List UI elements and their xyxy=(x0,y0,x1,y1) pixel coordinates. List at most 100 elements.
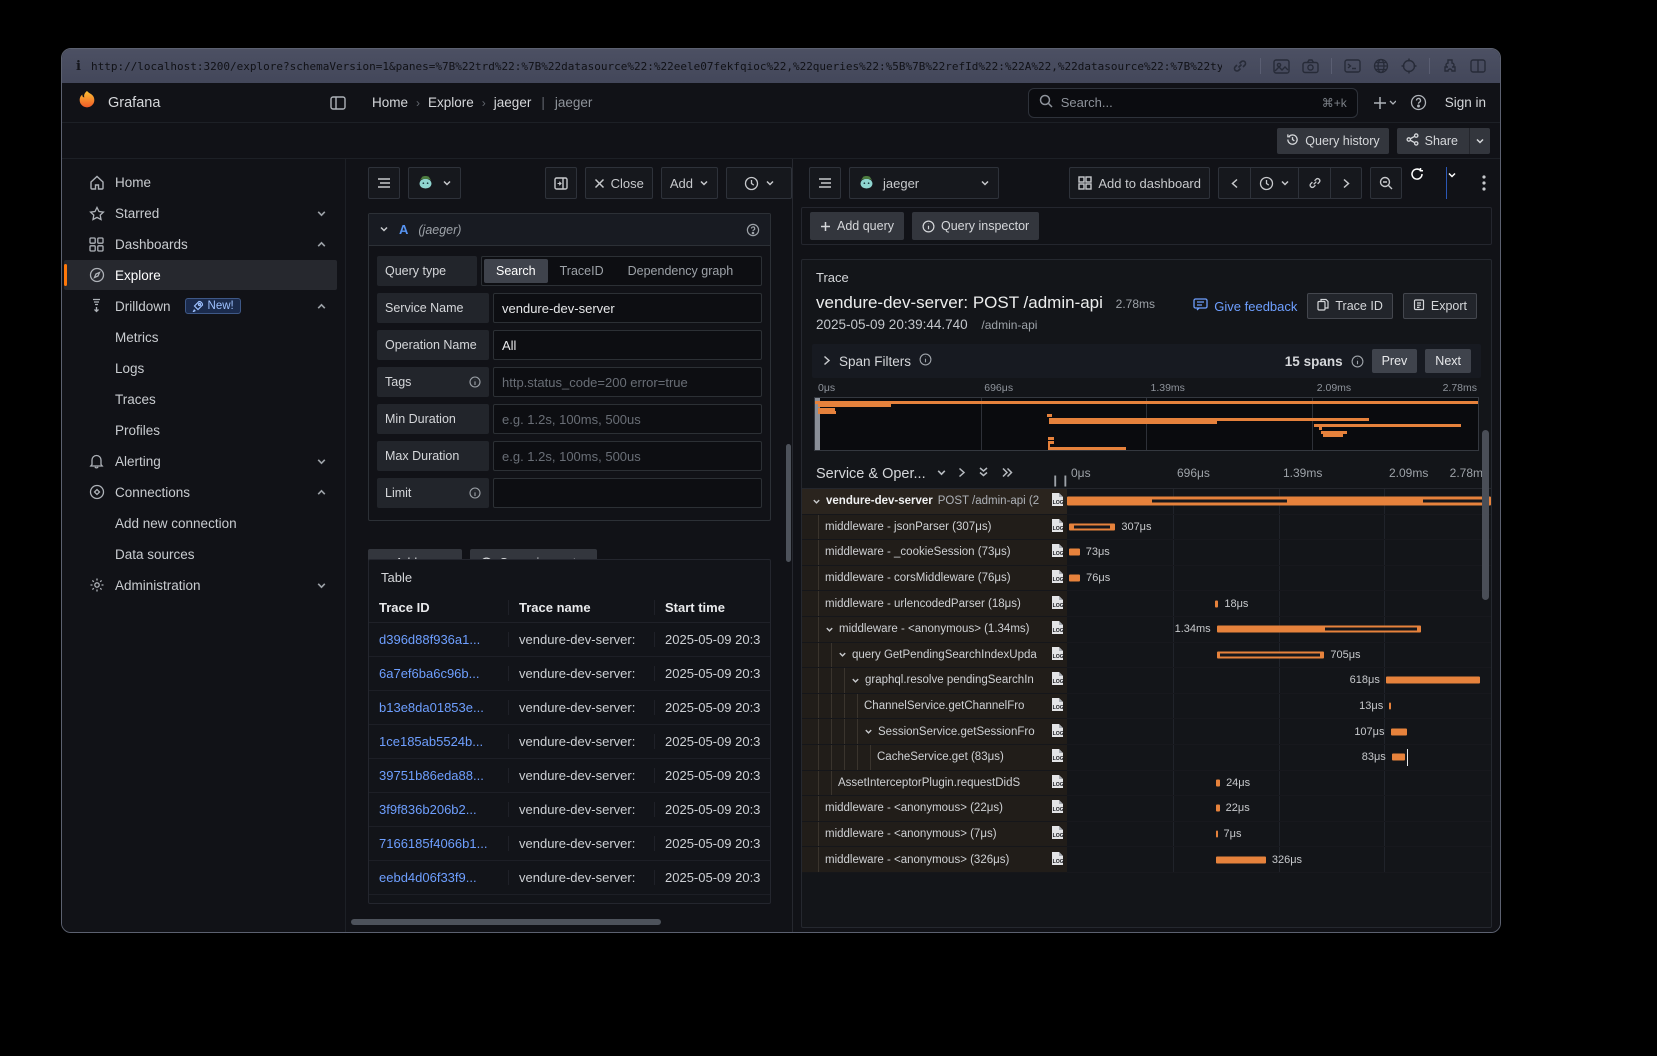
span-duration-bar[interactable] xyxy=(1215,600,1218,607)
span-timeline-cell[interactable]: 1.34ms xyxy=(1067,617,1491,643)
span-duration-bar[interactable] xyxy=(1389,703,1391,710)
query-ref-id[interactable]: A xyxy=(399,222,408,237)
chevron-down-icon[interactable] xyxy=(851,676,860,685)
kebab-menu-icon[interactable] xyxy=(1482,175,1486,191)
span-timeline-cell[interactable]: 76μs xyxy=(1067,566,1491,592)
terminal-icon[interactable] xyxy=(1344,59,1361,73)
span-duration-bar[interactable] xyxy=(1217,626,1421,633)
span-name-cell[interactable]: ChannelService.getChannelFroLOG xyxy=(802,694,1067,720)
logs-icon[interactable]: LOG xyxy=(1051,646,1064,664)
logs-icon[interactable]: LOG xyxy=(1051,620,1064,638)
column-header-trace-name[interactable]: Trace name xyxy=(509,600,655,615)
span-timeline-cell[interactable]: 73μs xyxy=(1067,540,1491,566)
sidebar-item-dashboards[interactable]: Dashboards xyxy=(64,229,337,259)
span-name-cell[interactable]: CacheService.get (83μs)LOG xyxy=(802,745,1067,771)
sidebar-item-data-sources[interactable]: Data sources xyxy=(64,539,337,569)
trace-id-link[interactable]: 3f9f836b206b2... xyxy=(369,802,509,817)
sidebar-item-drilldown[interactable]: DrilldownNew! xyxy=(64,291,337,321)
close-pane-button[interactable]: Close xyxy=(585,167,653,199)
chevron-down-icon[interactable] xyxy=(812,497,821,506)
expand-all-icon[interactable] xyxy=(978,466,989,482)
query-info-icon[interactable] xyxy=(746,223,760,237)
puzzle-icon[interactable] xyxy=(1442,58,1458,74)
column-header-trace-id[interactable]: Trace ID xyxy=(369,600,509,615)
add-query-button[interactable]: Add query xyxy=(810,212,904,240)
span-duration-bar[interactable] xyxy=(1069,549,1080,556)
breadcrumb-home[interactable]: Home xyxy=(372,95,408,110)
span-name-cell[interactable]: graphql.resolve pendingSearchInLOG xyxy=(802,668,1067,694)
logs-icon[interactable]: LOG xyxy=(1051,697,1064,715)
trace-minimap[interactable]: 0μs696μs1.39ms2.09ms2.78ms xyxy=(814,382,1479,451)
horizontal-scrollbar[interactable] xyxy=(351,919,661,925)
next-span-button[interactable]: Next xyxy=(1425,349,1471,373)
logs-icon[interactable]: LOG xyxy=(1051,774,1064,792)
span-timeline-cell[interactable]: 13μs xyxy=(1067,694,1491,720)
trace-id-link[interactable]: 6a7ef6ba6c96b... xyxy=(369,666,509,681)
span-name-cell[interactable]: query GetPendingSearchIndexUpdaLOG xyxy=(802,643,1067,669)
span-timeline-cell[interactable]: 7μs xyxy=(1067,822,1491,848)
sidebar-item-traces[interactable]: Traces xyxy=(64,384,337,414)
query-inspector-button[interactable]: Query inspector xyxy=(912,212,1039,240)
min-duration-field[interactable] xyxy=(493,404,762,434)
query-list-icon[interactable] xyxy=(368,167,400,199)
max-duration-field[interactable] xyxy=(493,441,762,471)
copy-time-link-icon[interactable] xyxy=(1298,167,1330,199)
left-pane-scrollbar[interactable] xyxy=(786,444,791,562)
time-picker-button[interactable] xyxy=(1250,167,1298,199)
page-info-icon[interactable]: i xyxy=(76,59,81,74)
span-duration-bar[interactable] xyxy=(1216,856,1266,863)
logs-icon[interactable]: LOG xyxy=(1051,851,1064,869)
service-operation-column-header[interactable]: Service & Oper... xyxy=(816,466,926,482)
column-header-start-time[interactable]: Start time xyxy=(655,600,770,615)
service-name-field[interactable] xyxy=(493,293,762,323)
logs-icon[interactable]: LOG xyxy=(1051,518,1064,536)
sidebar-item-logs[interactable]: Logs xyxy=(64,353,337,383)
span-timeline-cell[interactable]: 705μs xyxy=(1067,643,1491,669)
breadcrumb-explore[interactable]: Explore xyxy=(428,95,474,110)
span-duration-bar[interactable] xyxy=(1216,805,1219,812)
expand-one-level-icon[interactable] xyxy=(957,466,966,482)
trace-id-button[interactable]: Trace ID xyxy=(1307,293,1392,319)
datasource-picker-right[interactable]: jaeger xyxy=(849,167,999,199)
sidebar-item-starred[interactable]: Starred xyxy=(64,198,337,228)
sidebar-item-profiles[interactable]: Profiles xyxy=(64,415,337,445)
time-back-button[interactable] xyxy=(1218,167,1250,199)
logs-icon[interactable]: LOG xyxy=(1051,595,1064,613)
search-input[interactable]: Search... ⌘+k xyxy=(1028,88,1358,118)
query-type-tab-dependency-graph[interactable]: Dependency graph xyxy=(616,259,746,283)
logs-icon[interactable]: LOG xyxy=(1051,492,1064,510)
sidebar-item-metrics[interactable]: Metrics xyxy=(64,322,337,352)
chevron-down-icon[interactable] xyxy=(825,625,834,634)
split-view-icon[interactable] xyxy=(1470,59,1486,73)
breadcrumb-page[interactable]: jaeger xyxy=(494,95,532,110)
url-bar[interactable]: http://localhost:3200/explore?schemaVers… xyxy=(91,60,1222,73)
logs-icon[interactable]: LOG xyxy=(1051,825,1064,843)
sidebar-item-explore[interactable]: Explore xyxy=(64,260,337,290)
span-timeline-cell[interactable]: 18μs xyxy=(1067,591,1491,617)
help-icon[interactable] xyxy=(1410,94,1427,111)
query-type-tab-search[interactable]: Search xyxy=(484,259,548,283)
chevron-down-icon[interactable] xyxy=(838,650,847,659)
span-timeline-cell[interactable]: 307μs xyxy=(1067,515,1491,541)
logs-icon[interactable]: LOG xyxy=(1051,723,1064,741)
sidebar-item-alerting[interactable]: Alerting xyxy=(64,446,337,476)
chevron-down-icon[interactable] xyxy=(316,208,327,219)
run-query-caret[interactable] xyxy=(1446,167,1472,199)
span-timeline-cell[interactable]: 618μs xyxy=(1067,668,1491,694)
sidebar-item-connections[interactable]: Connections xyxy=(64,477,337,507)
sidebar-item-administration[interactable]: Administration xyxy=(64,570,337,600)
chevron-down-icon[interactable] xyxy=(936,466,947,482)
collapse-all-icon[interactable] xyxy=(1001,466,1013,482)
span-name-cell[interactable]: middleware - urlencodedParser (18μs)LOG xyxy=(802,591,1067,617)
trace-id-link[interactable]: 39751b86eda88... xyxy=(369,768,509,783)
globe-icon[interactable] xyxy=(1373,58,1389,74)
span-duration-bar[interactable] xyxy=(1217,651,1325,658)
export-button[interactable]: Export xyxy=(1403,293,1477,319)
chevron-down-icon[interactable] xyxy=(316,580,327,591)
share-caret-icon[interactable] xyxy=(1469,128,1490,154)
operation-name-field[interactable] xyxy=(493,330,762,360)
add-panel-button[interactable]: Add xyxy=(661,167,718,199)
span-name-cell[interactable]: middleware - <anonymous> (7μs)LOG xyxy=(802,822,1067,848)
span-timeline-cell[interactable]: 83μs xyxy=(1067,745,1491,771)
span-timeline-cell[interactable]: 24μs xyxy=(1067,771,1491,797)
